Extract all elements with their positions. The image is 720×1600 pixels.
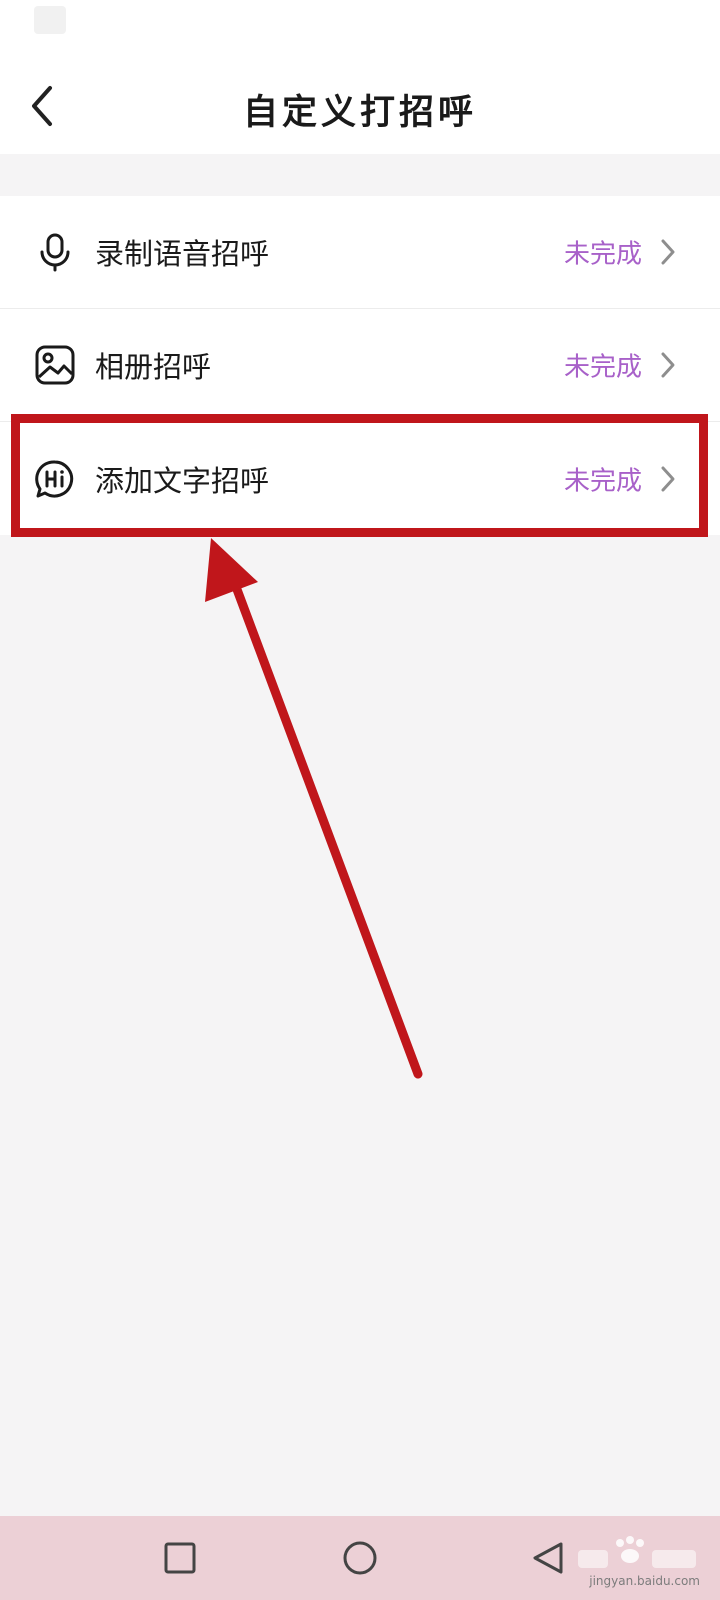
photo-album-icon: [34, 344, 76, 386]
chevron-right-icon: [661, 466, 675, 491]
settings-row-label: 录制语音招呼: [95, 237, 270, 271]
back-triangle-icon: [533, 1542, 563, 1574]
microphone-icon: [34, 231, 76, 273]
page-title: 自定义打招呼: [242, 93, 477, 133]
settings-row-label: 相册招呼: [95, 350, 212, 384]
status-bar-indicator: [34, 6, 66, 34]
status-bar: [0, 0, 720, 58]
recent-apps-icon: [164, 1542, 196, 1574]
settings-row-text-greeting[interactable]: 添加文字招呼 未完成: [0, 422, 720, 535]
settings-row-voice-greeting[interactable]: 录制语音招呼 未完成: [0, 196, 720, 309]
system-nav-bar: jingyan.baidu.com: [0, 1516, 720, 1600]
back-nav-button[interactable]: [526, 1536, 570, 1580]
hi-chat-bubble-icon: [34, 458, 76, 500]
settings-row-album-greeting[interactable]: 相册招呼 未完成: [0, 309, 720, 422]
home-button[interactable]: [338, 1536, 382, 1580]
status-text: 未完成: [563, 352, 642, 383]
settings-row-label: 添加文字招呼: [95, 463, 270, 498]
recent-apps-button[interactable]: [158, 1536, 202, 1580]
chevron-right-icon: [661, 352, 675, 378]
header: 自定义打招呼: [0, 58, 720, 154]
status-text: 未完成: [563, 466, 642, 496]
chevron-right-icon: [661, 239, 675, 265]
greeting-settings-list: 录制语音招呼 未完成 相册招呼 未完成 添加文字招呼 未完成: [0, 196, 720, 535]
baidu-jingyan-watermark: jingyan.baidu.com: [570, 1534, 702, 1590]
status-text: 未完成: [563, 239, 642, 270]
watermark-text: jingyan.baidu.com: [589, 1574, 700, 1588]
baidu-paw-logo-icon: [578, 1536, 696, 1568]
home-icon: [343, 1541, 377, 1575]
